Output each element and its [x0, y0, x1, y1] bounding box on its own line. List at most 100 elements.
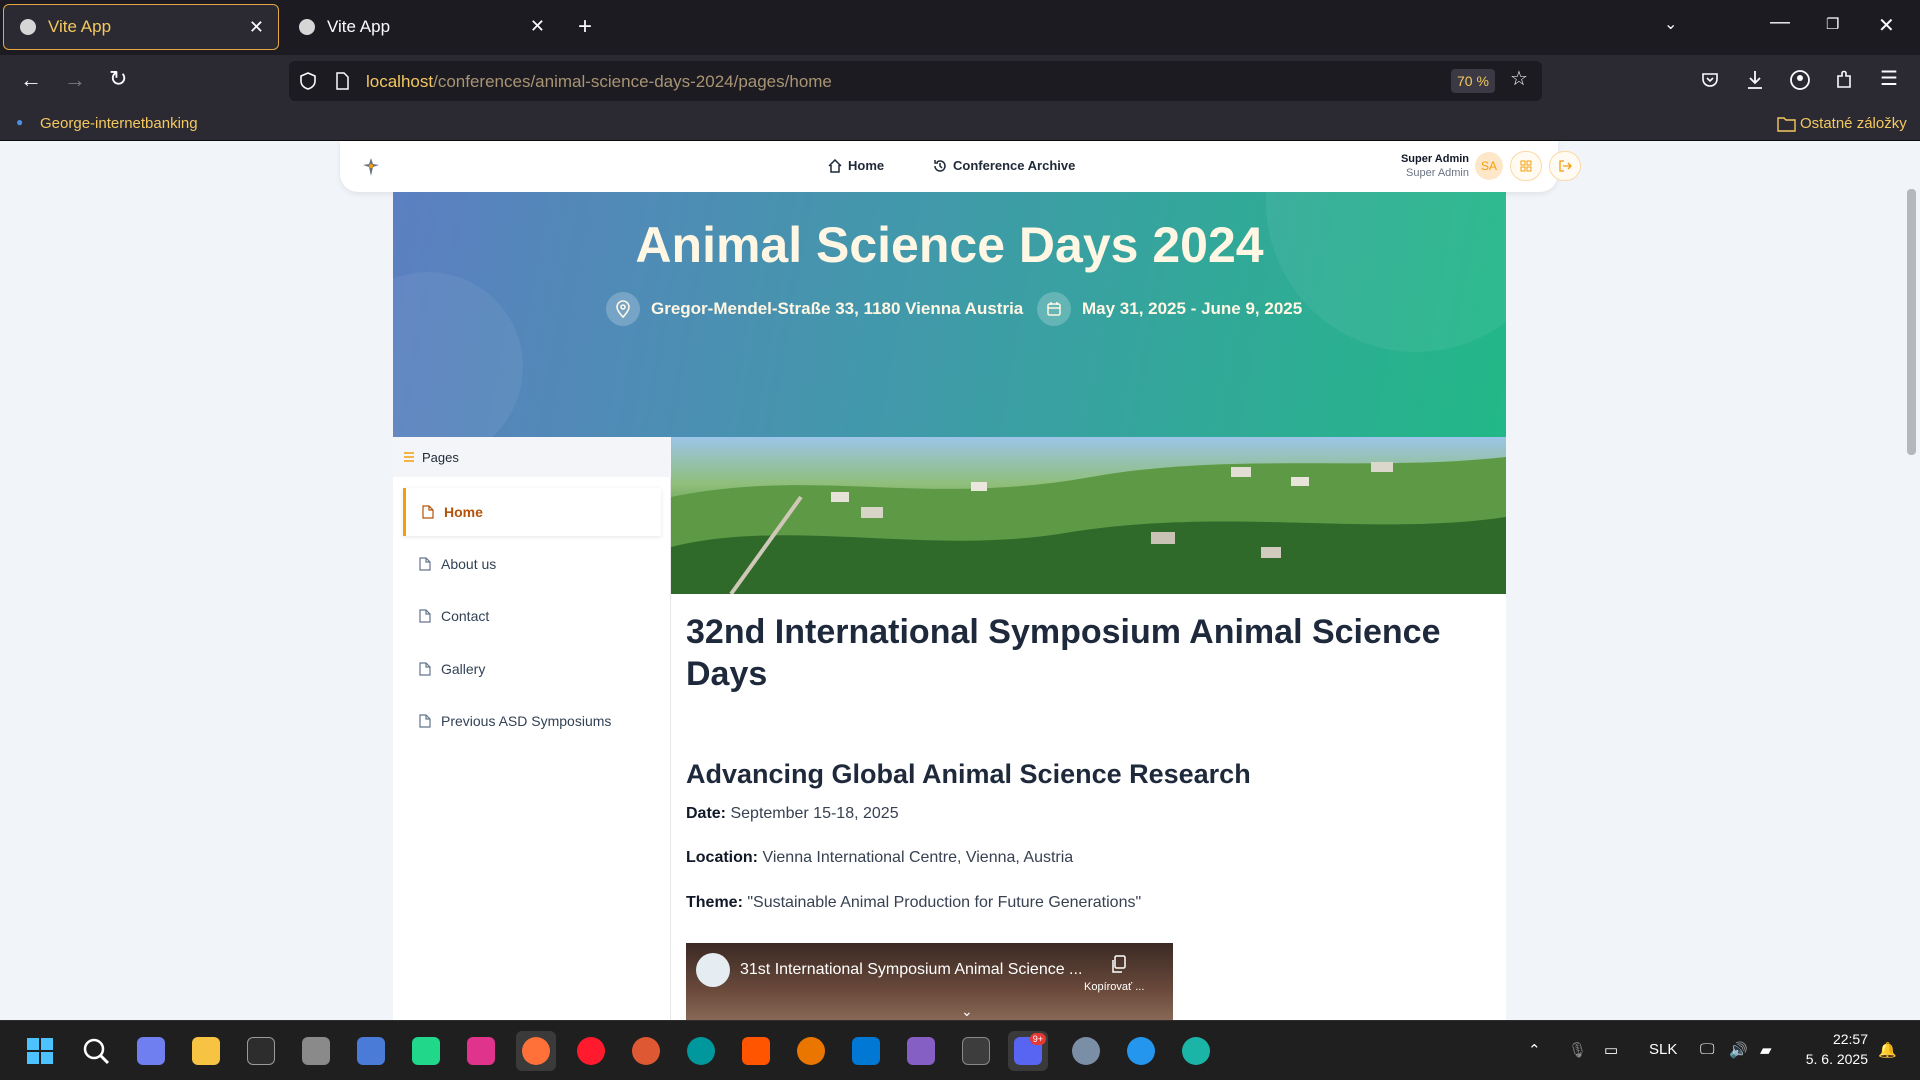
sidebar-item-contact[interactable]: Contact — [403, 592, 661, 640]
hero-decoration — [393, 272, 523, 437]
extensions-icon[interactable] — [1834, 69, 1854, 91]
calendar-icon — [1037, 292, 1071, 326]
zoom-level-badge[interactable]: 70 % — [1451, 69, 1495, 93]
sidebar-item-label: Home — [444, 504, 483, 520]
taskbar-app[interactable] — [351, 1031, 391, 1071]
taskbar-app[interactable] — [791, 1031, 831, 1071]
taskbar-app[interactable] — [241, 1031, 281, 1071]
vite-favicon-icon — [20, 19, 36, 35]
new-tab-icon[interactable]: + — [578, 15, 592, 39]
forward-icon[interactable]: → — [64, 69, 86, 91]
notification-badge: 9+ — [1029, 1033, 1046, 1045]
language-indicator[interactable]: SLK — [1649, 1041, 1677, 1058]
url-text[interactable]: localhost/conferences/animal-science-day… — [366, 72, 832, 92]
nav-home-link[interactable]: Home — [828, 158, 884, 173]
tab-list-chevron-icon[interactable]: ⌄ — [1664, 17, 1677, 33]
intellij-icon — [467, 1037, 495, 1065]
tab-close-icon[interactable]: ✕ — [530, 16, 545, 37]
page-viewport: Home Conference Archive Super Admin Supe… — [0, 141, 1920, 1020]
url-bar[interactable]: localhost/conferences/animal-science-day… — [289, 61, 1542, 101]
taskbar-app[interactable] — [1176, 1031, 1216, 1071]
event-date: Date: September 15-18, 2025 — [686, 805, 899, 823]
page-info-icon[interactable] — [334, 72, 350, 90]
reload-icon[interactable]: ↻ — [109, 68, 127, 90]
shield-icon[interactable] — [298, 71, 318, 91]
account-icon[interactable] — [1789, 69, 1811, 91]
taskbar-app[interactable] — [406, 1031, 446, 1071]
blender-icon — [797, 1037, 825, 1065]
taskbar-app[interactable] — [296, 1031, 336, 1071]
sidebar-item-label: Contact — [441, 608, 490, 624]
nav-archive-label: Conference Archive — [953, 158, 1076, 173]
clock-time[interactable]: 22:57 — [1820, 1031, 1868, 1047]
user-name: Super Admin — [1400, 153, 1469, 165]
keyboard-layout-icon[interactable]: ▭ — [1604, 1041, 1618, 1059]
file-explorer-icon — [192, 1037, 220, 1065]
windows-logo-icon — [27, 1038, 53, 1064]
tray-overflow-chevron-icon[interactable]: ⌃ — [1528, 1041, 1541, 1059]
video-copy-label[interactable]: Kopírovať ... — [1084, 981, 1144, 993]
page-scrollbar[interactable] — [1904, 141, 1920, 1020]
settings-icon — [1072, 1037, 1100, 1065]
conference-dates: May 31, 2025 - June 9, 2025 — [1037, 292, 1302, 326]
channel-avatar-icon[interactable] — [696, 953, 730, 987]
notifications-icon[interactable]: 🔔 — [1878, 1041, 1897, 1059]
browser-tab-active[interactable]: Vite App ✕ — [3, 4, 279, 50]
minimize-icon[interactable]: — — [1770, 12, 1790, 32]
volume-icon[interactable]: 🔊 — [1729, 1041, 1748, 1059]
app-logo-icon[interactable] — [361, 156, 381, 178]
downloads-icon[interactable] — [1745, 69, 1765, 91]
pycharm-icon — [412, 1037, 440, 1065]
sidebar-item-gallery[interactable]: Gallery — [403, 645, 661, 693]
youtube-video-embed[interactable]: 31st International Symposium Animal Scie… — [686, 943, 1173, 1020]
tab-close-icon[interactable]: ✕ — [249, 17, 264, 38]
taskbar-app[interactable] — [681, 1031, 721, 1071]
nav-archive-link[interactable]: Conference Archive — [933, 158, 1075, 173]
search-button[interactable] — [76, 1031, 116, 1071]
apps-grid-button[interactable] — [1510, 151, 1542, 181]
browser-nav-bar: ← → ↻ localhost/conferences/animal-scien… — [0, 55, 1920, 107]
date-label: Date: — [686, 805, 727, 822]
taskbar-app[interactable] — [846, 1031, 886, 1071]
section-heading: Advancing Global Animal Science Research — [686, 759, 1251, 789]
scrollbar-thumb[interactable] — [1907, 189, 1916, 455]
taskbar-app[interactable] — [461, 1031, 501, 1071]
back-icon[interactable]: ← — [20, 69, 42, 91]
copy-link-icon[interactable] — [1110, 955, 1126, 973]
date-value: September 15-18, 2025 — [730, 805, 899, 822]
battery-icon[interactable]: ▰ — [1760, 1041, 1772, 1059]
taskbar-app[interactable] — [901, 1031, 941, 1071]
network-icon[interactable]: 🖵 — [1700, 1041, 1714, 1058]
sidebar-item-about[interactable]: About us — [403, 540, 661, 588]
taskbar-app[interactable] — [626, 1031, 666, 1071]
close-window-icon[interactable]: ✕ — [1878, 16, 1895, 36]
menu-icon[interactable]: ☰ — [1880, 69, 1898, 89]
taskbar-app[interactable] — [186, 1031, 226, 1071]
taskbar-app-firefox[interactable] — [516, 1031, 556, 1071]
sidebar-item-previous-symposiums[interactable]: Previous ASD Symposiums — [403, 697, 661, 745]
taskbar-app[interactable] — [1121, 1031, 1161, 1071]
taskbar-app[interactable] — [956, 1031, 996, 1071]
browser-tab[interactable]: Vite App ✕ — [283, 4, 559, 50]
browser-tab-bar: Vite App ✕ Vite App ✕ + ⌄ — ❐ ✕ — [0, 0, 1920, 55]
firefox-icon — [522, 1037, 550, 1065]
logout-button[interactable] — [1549, 151, 1581, 181]
bookmark-star-icon[interactable]: ☆ — [1510, 69, 1528, 89]
sidebar-item-home[interactable]: Home — [403, 488, 661, 536]
microphone-icon[interactable]: 🎙 — [1568, 1041, 1587, 1059]
bookmark-george[interactable]: George-internetbanking — [40, 115, 198, 132]
taskbar-app[interactable] — [736, 1031, 776, 1071]
taskbar-app-discord[interactable]: 9+ — [1008, 1031, 1048, 1071]
logout-icon — [1559, 160, 1572, 172]
start-button[interactable] — [20, 1031, 60, 1071]
taskbar-app[interactable] — [1066, 1031, 1106, 1071]
video-title[interactable]: 31st International Symposium Animal Scie… — [740, 961, 1082, 979]
clock-date[interactable]: 5. 6. 2025 — [1790, 1051, 1868, 1067]
other-bookmarks[interactable]: Ostatné záložky — [1800, 115, 1907, 132]
pocket-icon[interactable] — [1700, 70, 1720, 90]
avatar[interactable]: SA — [1475, 152, 1503, 180]
conference-title: Animal Science Days 2024 — [635, 217, 1264, 273]
restore-icon[interactable]: ❐ — [1826, 17, 1839, 32]
taskbar-app[interactable] — [571, 1031, 611, 1071]
taskbar-app[interactable] — [131, 1031, 171, 1071]
